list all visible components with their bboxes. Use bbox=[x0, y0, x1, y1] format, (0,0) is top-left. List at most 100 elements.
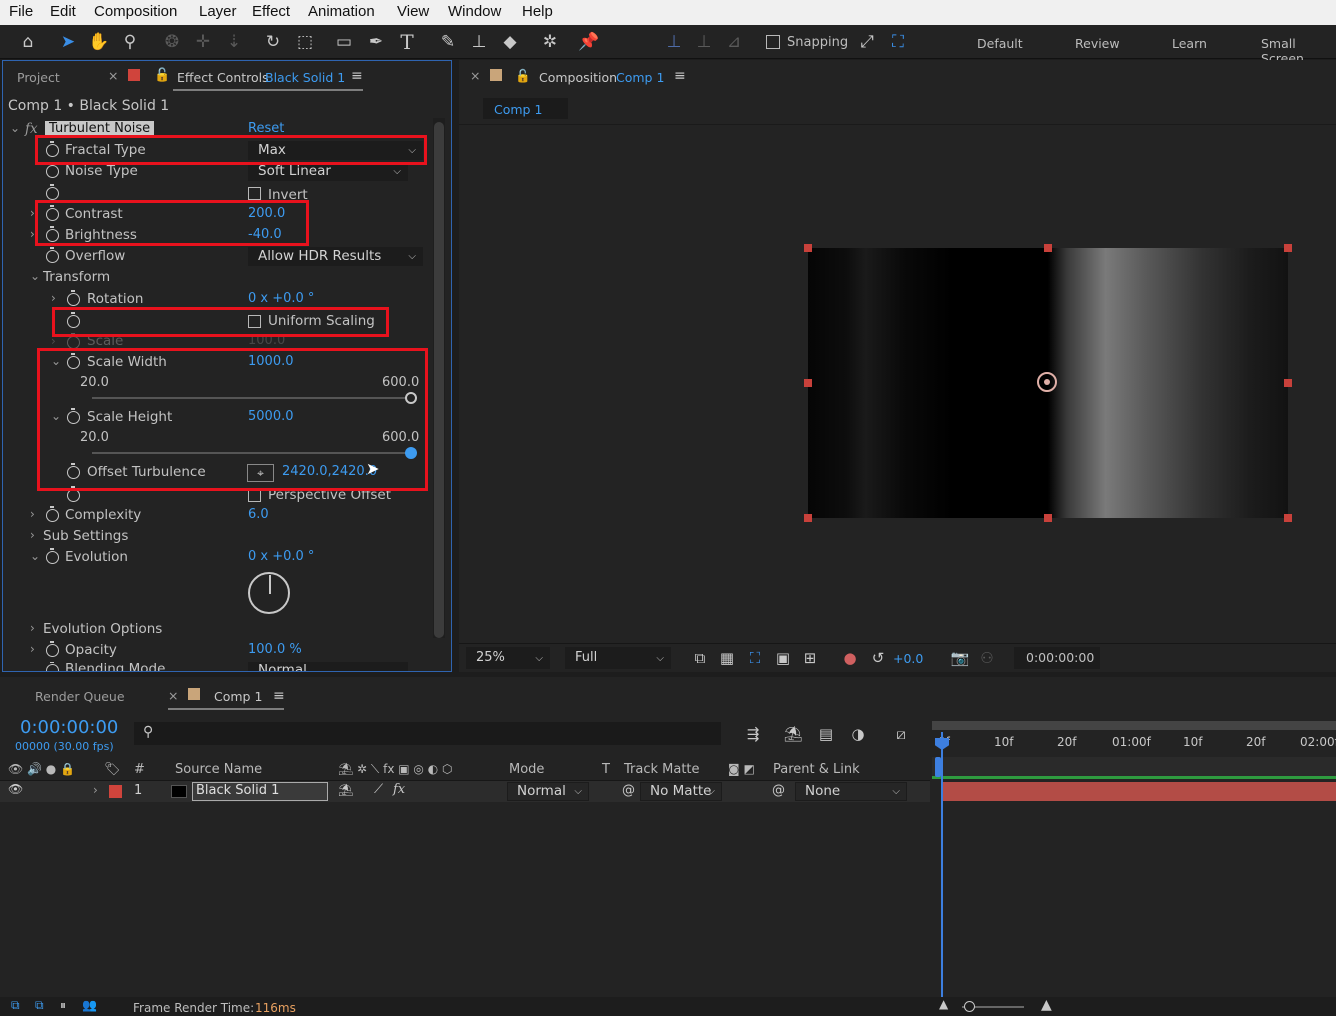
stopwatch-icon[interactable] bbox=[46, 548, 59, 564]
pen-tool-icon[interactable]: ✒ bbox=[364, 30, 388, 54]
layer-handle[interactable] bbox=[1284, 244, 1292, 252]
complexity-value[interactable]: 6.0 bbox=[248, 507, 269, 522]
snapping-checkbox[interactable] bbox=[766, 35, 780, 49]
panel-menu-icon[interactable]: ≡ bbox=[273, 688, 285, 704]
clone-stamp-icon[interactable]: ⊥ bbox=[467, 30, 491, 54]
timing-toggle-icon[interactable]: ⏸ bbox=[60, 998, 66, 1013]
tab-effect-controls[interactable]: Effect Controls bbox=[177, 70, 269, 85]
snap-expand-icon[interactable]: ⤢ bbox=[855, 30, 879, 54]
menu-animation[interactable]: Animation bbox=[308, 3, 375, 20]
current-time-indicator[interactable] bbox=[941, 732, 943, 998]
layer-handle[interactable] bbox=[1044, 514, 1052, 522]
color-channels-icon[interactable]: ● bbox=[838, 646, 862, 670]
transparency-grid-icon[interactable]: ▦ bbox=[715, 646, 739, 670]
work-area-bar[interactable] bbox=[932, 721, 1336, 730]
pickwhip-icon[interactable]: @ bbox=[772, 783, 785, 798]
menu-effect[interactable]: Effect bbox=[252, 3, 290, 20]
show-snapshot-icon[interactable]: ⚇ bbox=[975, 646, 999, 670]
reset-exposure-icon[interactable]: ↺ bbox=[866, 646, 890, 670]
region-of-interest-icon[interactable]: ▣ bbox=[771, 646, 795, 670]
evolution-dial[interactable] bbox=[248, 572, 290, 614]
rotation-value[interactable]: 0 x +0.0 ° bbox=[248, 291, 314, 306]
label-column-icon[interactable]: 🏷 bbox=[104, 762, 121, 777]
draft-3d-icon[interactable]: ⛱ bbox=[781, 722, 805, 746]
dolly-tool-icon[interactable]: ⇣ bbox=[222, 30, 246, 54]
eraser-tool-icon[interactable]: ◆ bbox=[498, 30, 522, 54]
stopwatch-icon[interactable] bbox=[67, 290, 80, 306]
orbit-tool-icon[interactable]: ❂ bbox=[160, 30, 184, 54]
motion-blur-icon[interactable]: ◑ bbox=[846, 722, 870, 746]
switches-column-icons[interactable]: ⛱ ✲ ⟍ fx ▣ ◎ ◐ ⬡ bbox=[338, 762, 452, 777]
tab-comp-name[interactable]: Comp 1 bbox=[616, 70, 664, 85]
tab-timeline-comp[interactable]: Comp 1 bbox=[214, 689, 262, 704]
mode-dropdown[interactable]: Normal ⌵ bbox=[507, 782, 589, 801]
layer-handle[interactable] bbox=[1284, 379, 1292, 387]
close-tab-icon[interactable]: × bbox=[108, 68, 118, 83]
comp-breadcrumb-tab[interactable]: Comp 1 bbox=[483, 98, 568, 119]
panel-menu-icon[interactable]: ≡ bbox=[351, 68, 363, 84]
mask-path-icon[interactable]: ⛶ bbox=[743, 646, 767, 670]
layer-duration-bar[interactable] bbox=[941, 782, 1336, 801]
parent-dropdown[interactable]: None ⌵ bbox=[795, 782, 907, 801]
expand-chevron-icon[interactable]: › bbox=[93, 783, 98, 797]
panel-scrollbar-thumb[interactable] bbox=[434, 122, 444, 638]
rectangle-tool-icon[interactable]: ▭ bbox=[332, 30, 356, 54]
modes-toggle-icon[interactable]: ⧉ bbox=[35, 998, 44, 1013]
lock-icon[interactable]: 🔓 bbox=[154, 68, 170, 83]
effect-switch-icon[interactable]: fx bbox=[393, 782, 405, 797]
stopwatch-icon[interactable] bbox=[46, 184, 59, 200]
menu-composition[interactable]: Composition bbox=[94, 3, 177, 20]
workspace-review[interactable]: Review bbox=[1075, 36, 1120, 51]
evolution-value[interactable]: 0 x +0.0 ° bbox=[248, 549, 314, 564]
comp-viewer[interactable] bbox=[459, 124, 1336, 643]
overflow-dropdown[interactable]: Allow HDR Results ⌵ bbox=[248, 247, 423, 266]
roto-brush-icon[interactable]: ✲ bbox=[538, 30, 562, 54]
eye-icon[interactable]: 👁 bbox=[8, 782, 23, 796]
anchor-point-icon[interactable] bbox=[1037, 372, 1057, 392]
menu-view[interactable]: View bbox=[397, 3, 429, 20]
home-icon[interactable]: ⌂ bbox=[16, 30, 40, 54]
source-name-column[interactable]: Source Name bbox=[175, 762, 262, 777]
tab-project[interactable]: Project bbox=[17, 70, 60, 85]
matte-link-icon[interactable]: @ bbox=[622, 783, 635, 798]
exposure-value[interactable]: +0.0 bbox=[893, 651, 923, 666]
tab-render-queue[interactable]: Render Queue bbox=[35, 689, 125, 704]
type-tool-icon[interactable]: T bbox=[395, 30, 419, 54]
layer-search-input[interactable]: ⚲ bbox=[134, 722, 721, 745]
comp-flowchart-icon[interactable]: ⇶ bbox=[741, 722, 765, 746]
selection-tool-icon[interactable]: ➤ bbox=[56, 30, 80, 54]
work-area-start-handle[interactable] bbox=[935, 757, 941, 777]
menu-help[interactable]: Help bbox=[522, 3, 553, 20]
menu-window[interactable]: Window bbox=[448, 3, 501, 20]
layer-name-field[interactable]: Black Solid 1 bbox=[192, 782, 328, 801]
stopwatch-icon[interactable] bbox=[46, 641, 59, 657]
layer-handle[interactable] bbox=[804, 514, 812, 522]
anchor-tool-icon[interactable]: ⬚ bbox=[293, 30, 317, 54]
axis-local-icon[interactable]: ⊥ bbox=[662, 30, 686, 54]
menu-layer[interactable]: Layer bbox=[199, 3, 237, 20]
zoom-tool-icon[interactable]: ⚲ bbox=[118, 30, 142, 54]
menu-edit[interactable]: Edit bbox=[50, 3, 76, 20]
menu-file[interactable]: File bbox=[9, 3, 33, 20]
tab-composition[interactable]: Composition bbox=[539, 70, 617, 85]
workspace-learn[interactable]: Learn bbox=[1172, 36, 1207, 51]
zoom-slider-knob[interactable] bbox=[964, 1001, 975, 1012]
invert-checkbox[interactable] bbox=[248, 187, 261, 200]
tab-effect-layer[interactable]: Black Solid 1 bbox=[265, 70, 345, 85]
opacity-value[interactable]: 100.0 % bbox=[248, 642, 302, 657]
shy-switch-icon[interactable]: ⛱ bbox=[338, 783, 353, 797]
resolution-dropdown[interactable]: Full ⌵ bbox=[565, 647, 671, 669]
evolution-options-row[interactable]: › Evolution Options bbox=[0, 619, 430, 640]
lock-icon[interactable]: 🔓 bbox=[515, 68, 531, 84]
current-time[interactable]: 0:00:00:00 bbox=[20, 717, 118, 738]
collaborate-icon[interactable]: 👥 bbox=[82, 998, 97, 1012]
fast-preview-icon[interactable]: ⧉ bbox=[688, 646, 712, 670]
layer-handle[interactable] bbox=[804, 379, 812, 387]
viewer-timecode[interactable]: 0:00:00:00 bbox=[1014, 647, 1100, 669]
brush-tool-icon[interactable]: ✎ bbox=[436, 30, 460, 54]
quality-switch-icon[interactable]: ⟋ bbox=[374, 782, 383, 797]
stopwatch-icon[interactable] bbox=[46, 247, 59, 263]
layer-handle[interactable] bbox=[1284, 514, 1292, 522]
axis-world-icon[interactable]: ⊥ bbox=[692, 30, 716, 54]
panel-menu-icon[interactable]: ≡ bbox=[674, 68, 686, 84]
